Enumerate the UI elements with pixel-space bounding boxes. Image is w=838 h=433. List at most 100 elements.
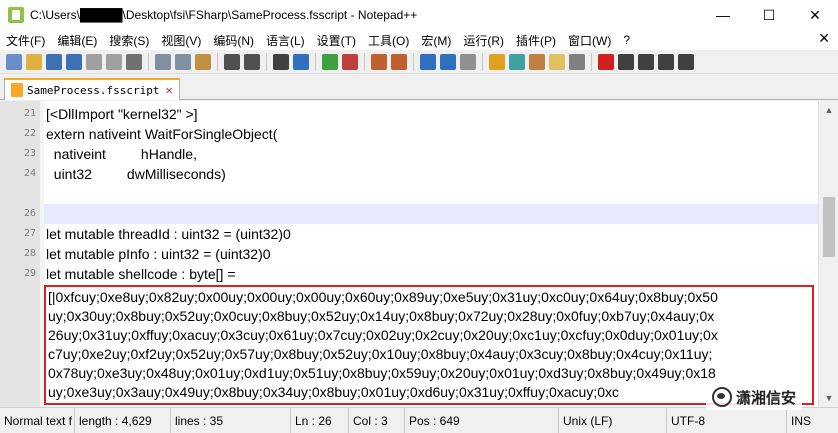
minimize-button[interactable]: — <box>700 0 746 30</box>
play-multiple-icon[interactable] <box>658 53 674 70</box>
watermark-text: 潇湘信安 <box>736 388 797 407</box>
shellcode-line: 0x78uy;0xe3uy;0x48uy;0x01uy;0xd1uy;0x51u… <box>48 365 716 381</box>
close-all-icon[interactable] <box>106 53 122 70</box>
function-list-icon[interactable] <box>529 53 545 70</box>
window-title: C:\Users\█████\Desktop\fsi\FSharp\SamePr… <box>30 8 418 22</box>
undo-icon[interactable] <box>224 53 240 70</box>
highlighted-shellcode-box: [|0xfcuy;0xe8uy;0x82uy;0x00uy;0x00uy;0x0… <box>44 285 814 405</box>
copy-icon[interactable] <box>175 53 191 70</box>
stop-macro-icon[interactable] <box>618 53 634 70</box>
folder-workspace-icon[interactable] <box>549 53 565 70</box>
print-icon[interactable] <box>126 53 142 70</box>
toolbar-separator <box>591 52 592 71</box>
code-line[interactable]: nativeint hHandle, <box>44 144 818 164</box>
code-line[interactable]: let mutable pInfo : uint32 = (uint32)0 <box>44 244 818 264</box>
toolbar-separator <box>364 52 365 71</box>
maximize-button[interactable]: ☐ <box>746 0 792 30</box>
menu-window[interactable]: 窗口(W) <box>562 32 617 49</box>
user-lang-icon[interactable] <box>489 53 505 70</box>
zoom-in-icon[interactable] <box>322 53 338 70</box>
close-file-icon[interactable] <box>86 53 102 70</box>
menu-plugins[interactable]: 插件(P) <box>510 32 562 49</box>
line-number: 27 <box>23 228 36 239</box>
save-icon[interactable] <box>46 53 62 70</box>
code-line[interactable] <box>44 184 818 204</box>
status-bar: Normal text f length : 4,629 lines : 35 … <box>0 407 838 433</box>
replace-icon[interactable] <box>293 53 309 70</box>
window-controls: — ☐ ✕ <box>700 0 838 30</box>
menu-macro[interactable]: 宏(M) <box>415 32 457 49</box>
shellcode-line: [|0xfcuy;0xe8uy;0x82uy;0x00uy;0x00uy;0x0… <box>48 289 718 305</box>
zoom-out-icon[interactable] <box>342 53 358 70</box>
code-line-text: let mutable shellcode : byte[] = <box>46 266 236 282</box>
status-eol: Unix (LF) <box>558 408 666 433</box>
code-line[interactable]: extern nativeint WaitForSingleObject( <box>44 124 818 144</box>
saved-file-icon <box>11 83 23 97</box>
shellcode-line: c7uy;0xe2uy;0xf2uy;0x52uy;0x57uy;0x8buy;… <box>48 346 713 362</box>
close-document-button[interactable]: ✕ <box>818 30 830 47</box>
tab-sameprocess[interactable]: SameProcess.fsscript ✕ <box>4 78 180 100</box>
toolbar-separator <box>413 52 414 71</box>
status-lines: lines : 35 <box>170 408 290 433</box>
code-line-text: extern nativeint WaitForSingleObject( <box>46 126 278 142</box>
redo-icon[interactable] <box>244 53 260 70</box>
save-macro-icon[interactable] <box>678 53 694 70</box>
code-line-text: uint32 dwMilliseconds) <box>46 166 226 182</box>
find-icon[interactable] <box>273 53 289 70</box>
sync-vertical-icon[interactable] <box>371 53 387 70</box>
toolbar <box>0 50 838 74</box>
word-wrap-icon[interactable] <box>420 53 436 70</box>
line-number: 23 <box>23 148 36 159</box>
indent-guide-icon[interactable] <box>460 53 476 70</box>
code-line-text: [<DllImport "kernel32" >] <box>46 106 198 122</box>
menu-file[interactable]: 文件(F) <box>0 32 51 49</box>
code-line[interactable] <box>44 204 818 224</box>
title-bar: C:\Users\█████\Desktop\fsi\FSharp\SamePr… <box>0 0 838 30</box>
status-file-type: Normal text f <box>4 414 73 428</box>
scroll-thumb[interactable] <box>823 197 835 257</box>
paste-icon[interactable] <box>195 53 211 70</box>
menu-tools[interactable]: 工具(O) <box>362 32 415 49</box>
code-line[interactable]: [<DllImport "kernel32" >] <box>44 104 818 124</box>
code-line[interactable]: let mutable shellcode : byte[] = <box>44 264 818 284</box>
record-macro-icon[interactable] <box>598 53 614 70</box>
toolbar-separator <box>315 52 316 71</box>
scroll-down-icon[interactable]: ▼ <box>819 389 838 407</box>
sync-horizontal-icon[interactable] <box>391 53 407 70</box>
vertical-scrollbar[interactable]: ▲ ▼ <box>818 101 838 407</box>
code-line-text: let mutable pInfo : uint32 = (uint32)0 <box>46 246 271 262</box>
menu-help[interactable]: ? <box>617 33 636 47</box>
notepadpp-logo-icon <box>8 7 24 23</box>
save-all-icon[interactable] <box>66 53 82 70</box>
doc-map-icon[interactable] <box>509 53 525 70</box>
menu-settings[interactable]: 设置(T) <box>311 32 362 49</box>
menu-language[interactable]: 语言(L) <box>260 32 311 49</box>
status-ln: Ln : 26 <box>290 408 348 433</box>
toolbar-separator <box>217 52 218 71</box>
line-number: 26 <box>23 208 36 219</box>
close-button[interactable]: ✕ <box>792 0 838 30</box>
tab-bar: SameProcess.fsscript ✕ <box>0 76 838 100</box>
play-macro-icon[interactable] <box>638 53 654 70</box>
line-number: 29 <box>23 268 36 279</box>
line-number: 21 <box>23 108 36 119</box>
new-file-icon[interactable] <box>6 53 22 70</box>
cut-icon[interactable] <box>155 53 171 70</box>
scroll-up-icon[interactable]: ▲ <box>819 101 838 119</box>
code-line[interactable]: uint32 dwMilliseconds) <box>44 164 818 184</box>
menu-edit[interactable]: 编辑(E) <box>51 32 103 49</box>
code-line[interactable]: let mutable threadId : uint32 = (uint32)… <box>44 224 818 244</box>
editor[interactable]: [<DllImport "kernel32" >] extern nativein… <box>0 101 818 407</box>
code-line-text: nativeint hHandle, <box>46 146 197 162</box>
show-all-chars-icon[interactable] <box>440 53 456 70</box>
menu-encoding[interactable]: 编码(N) <box>207 32 260 49</box>
tab-close-icon[interactable]: ✕ <box>165 83 172 97</box>
open-file-icon[interactable] <box>26 53 42 70</box>
menu-view[interactable]: 视图(V) <box>155 32 207 49</box>
menu-search[interactable]: 搜索(S) <box>103 32 155 49</box>
tab-label: SameProcess.fsscript <box>27 83 160 97</box>
menu-run[interactable]: 运行(R) <box>457 32 510 49</box>
status-insert-mode: INS <box>786 408 838 433</box>
status-encoding: UTF-8 <box>666 408 786 433</box>
monitor-icon[interactable] <box>569 53 585 70</box>
